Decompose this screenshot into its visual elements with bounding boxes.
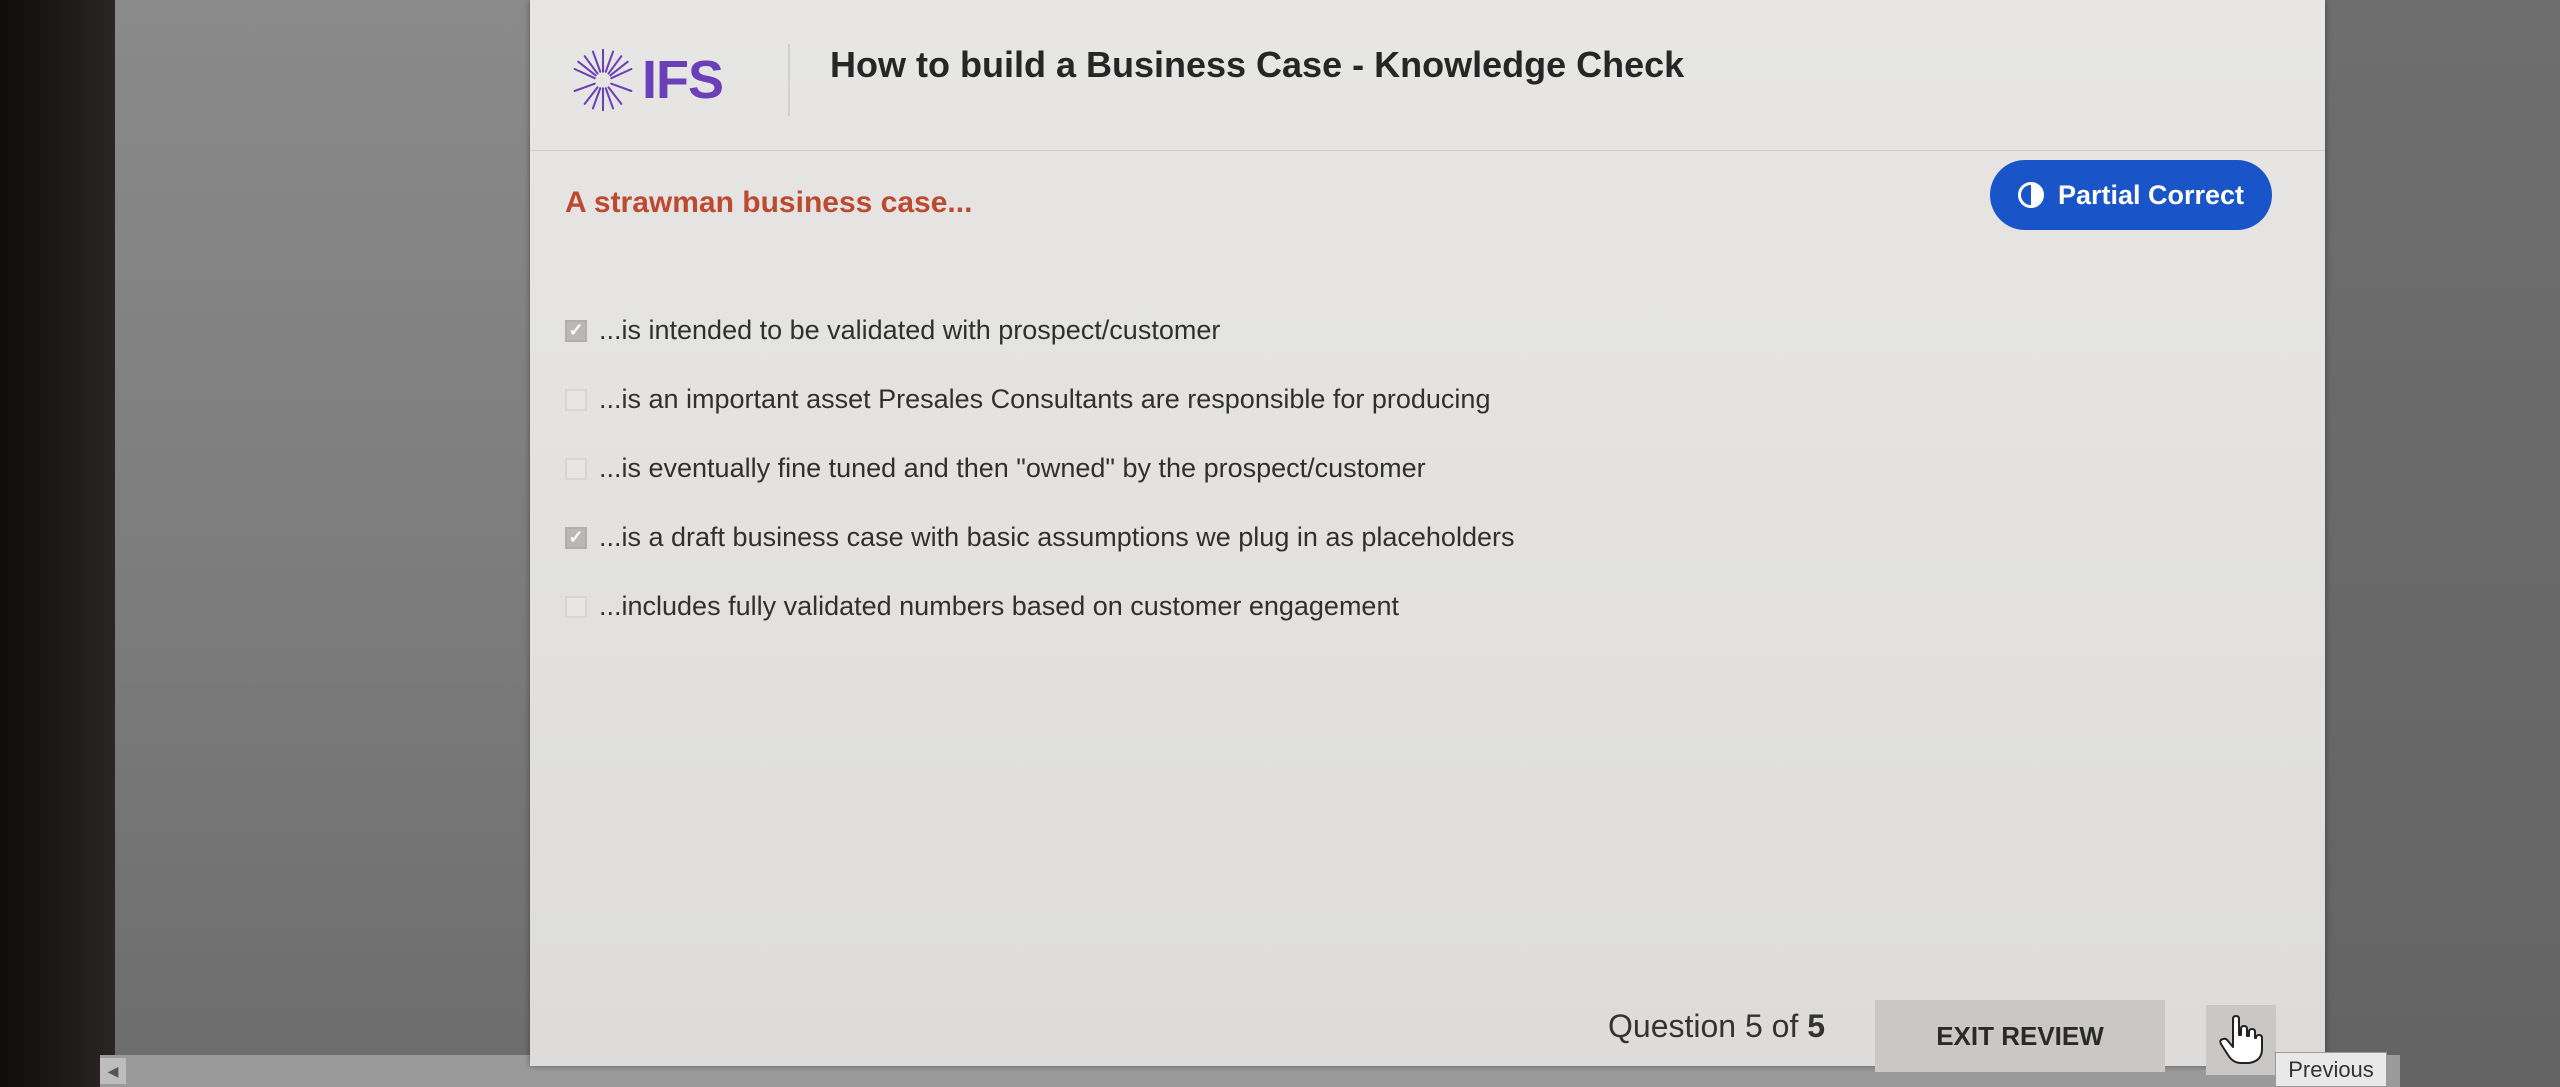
page-title: How to build a Business Case - Knowledge… bbox=[830, 44, 1685, 85]
ifs-logo-burst-icon bbox=[573, 48, 633, 112]
checkbox-checked[interactable]: ✓ bbox=[565, 319, 587, 342]
result-badge-label: Partial Correct bbox=[2057, 179, 2245, 210]
exit-review-button[interactable]: EXIT REVIEW bbox=[1875, 1000, 2165, 1072]
quiz-header: IFS How to build a Business Case - Knowl… bbox=[530, 0, 2325, 151]
background-left bbox=[115, 0, 535, 1060]
answer-option[interactable]: ✓ ...is intended to be validated with pr… bbox=[565, 296, 1514, 365]
answer-option[interactable]: ✓ ...is a draft business case with basic… bbox=[565, 503, 1514, 572]
progress-total: 5 bbox=[1807, 1008, 1826, 1044]
result-badge: Partial Correct bbox=[1990, 160, 2272, 230]
hand-pointer-icon bbox=[2219, 1015, 2263, 1064]
ifs-logo: IFS bbox=[570, 44, 724, 116]
question-progress: Question 5 of 5 bbox=[1608, 1008, 1825, 1045]
answer-option-label: ...includes fully validated numbers base… bbox=[599, 591, 1399, 621]
question-prompt: A strawman business case... bbox=[565, 186, 973, 219]
answer-option-label: ...is eventually fine tuned and then "ow… bbox=[599, 453, 1426, 483]
header-divider bbox=[788, 44, 790, 116]
quiz-panel: IFS How to build a Business Case - Knowl… bbox=[530, 0, 2325, 1075]
ifs-logo-text: IFS bbox=[642, 50, 724, 110]
progress-prefix: Question 5 of bbox=[1608, 1008, 1799, 1044]
checkbox-checked[interactable]: ✓ bbox=[565, 526, 587, 549]
previous-button[interactable] bbox=[2206, 1005, 2276, 1075]
previous-tooltip: Previous bbox=[2275, 1052, 2387, 1087]
checkbox-unchecked[interactable] bbox=[565, 595, 587, 618]
checkbox-unchecked[interactable] bbox=[565, 388, 587, 411]
answer-option[interactable]: ...is eventually fine tuned and then "ow… bbox=[565, 434, 1514, 503]
background-right bbox=[2325, 0, 2560, 1087]
answer-option-label: ...is intended to be validated with pros… bbox=[599, 315, 1221, 345]
answer-options: ✓ ...is intended to be validated with pr… bbox=[565, 296, 1514, 641]
checkbox-unchecked[interactable] bbox=[565, 457, 587, 480]
answer-option[interactable]: ...includes fully validated numbers base… bbox=[565, 572, 1514, 641]
scroll-left-arrow-icon[interactable]: ◀ bbox=[100, 1058, 126, 1084]
monitor-bezel bbox=[0, 0, 115, 1087]
answer-option-label: ...is a draft business case with basic a… bbox=[599, 522, 1515, 552]
answer-option-label: ...is an important asset Presales Consul… bbox=[599, 384, 1491, 414]
half-circle-icon bbox=[2017, 182, 2044, 208]
answer-option[interactable]: ...is an important asset Presales Consul… bbox=[565, 365, 1514, 434]
